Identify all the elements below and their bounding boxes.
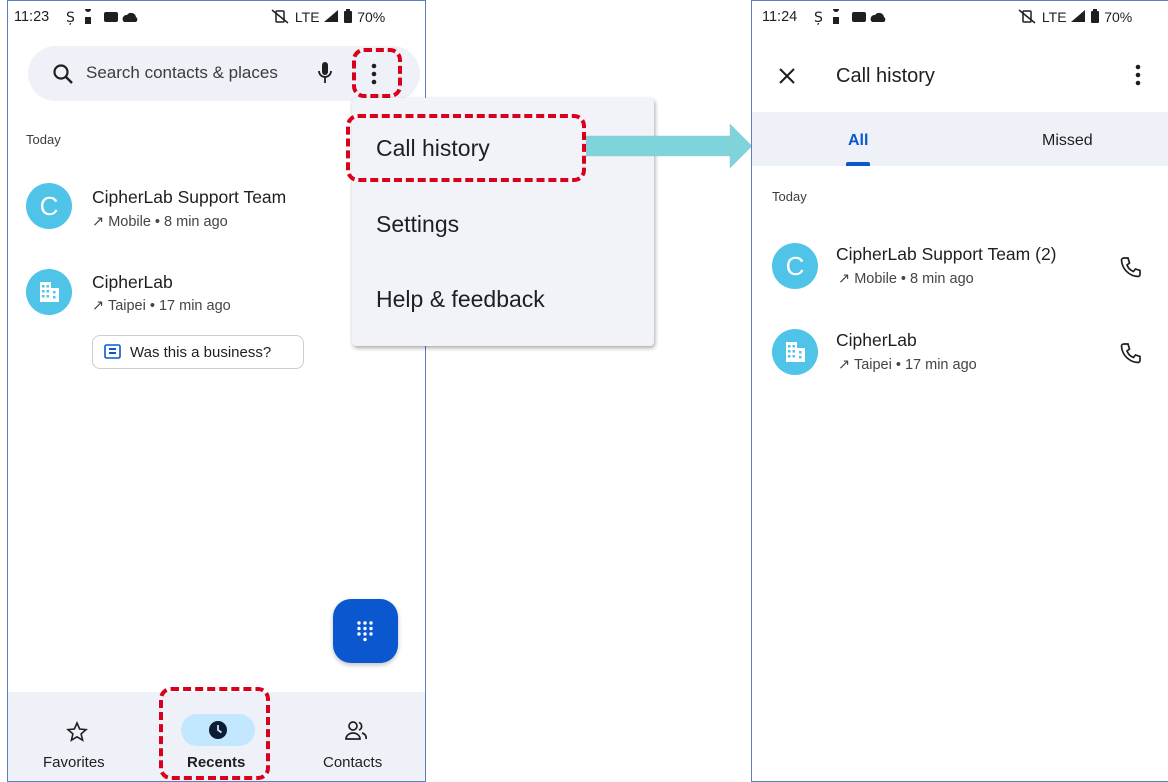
avatar	[772, 329, 818, 375]
status-bar: 11:23 Ș LTE 70%	[8, 6, 425, 29]
search-placeholder: Search contacts & places	[86, 63, 278, 82]
status-right: LTE 70%	[269, 9, 385, 25]
signal-icon	[324, 10, 339, 22]
menu-item-help[interactable]: Help & feedback	[376, 286, 545, 313]
nav-favorites[interactable]: Favorites	[28, 692, 128, 781]
people-icon	[345, 721, 368, 740]
contact-name: CipherLab Support Team	[92, 187, 287, 207]
business-prompt-chip[interactable]: Was this a business?	[92, 335, 304, 369]
tab-all[interactable]: All	[848, 132, 868, 150]
notification-icons-svg: Ș	[66, 6, 138, 26]
dialpad-button[interactable]	[333, 599, 398, 663]
notification-icons-svg: Ș	[814, 6, 886, 26]
status-right: LTE 70%	[1016, 9, 1132, 25]
search-icon	[53, 64, 73, 84]
avatar: C	[772, 243, 818, 289]
call-count: (2)	[1035, 244, 1057, 264]
battery-icon	[344, 9, 353, 23]
nav-label-favorites: Favorites	[43, 754, 105, 771]
page-title: Call history	[836, 65, 935, 87]
battery-label: 70%	[1104, 9, 1133, 25]
dialpad-icon	[357, 621, 373, 642]
vibrate-off-icon	[271, 9, 289, 24]
menu-item-settings[interactable]: Settings	[376, 211, 459, 238]
highlight-call-history	[346, 114, 586, 182]
status-bar: 11:24 Ș LTE 70%	[752, 6, 1168, 29]
microphone-icon[interactable]	[317, 61, 333, 85]
avatar	[26, 269, 72, 315]
call-detail: ↗ Mobile • 8 min ago	[92, 214, 228, 230]
network-label: LTE	[294, 9, 320, 25]
outgoing-arrow-icon: ↗	[838, 271, 851, 287]
call-detail: ↗ Taipei • 17 min ago	[92, 298, 231, 314]
contact-name: CipherLab Support Team (2)	[836, 244, 1057, 265]
close-icon[interactable]	[778, 67, 796, 85]
section-today: Today	[26, 132, 61, 147]
nav-label-contacts: Contacts	[323, 754, 383, 771]
contact-name-text: CipherLab Support Team	[836, 244, 1031, 264]
phone-call-icon[interactable]	[1120, 256, 1142, 278]
phone-screen-call-history: 11:24 Ș LTE 70% Call history All Missed …	[751, 0, 1168, 782]
notification-icons: Ș	[814, 6, 924, 28]
nav-contacts[interactable]: Contacts	[308, 692, 408, 781]
signal-icon	[1071, 10, 1086, 22]
more-options-icon[interactable]	[1132, 63, 1144, 87]
outgoing-arrow-icon: ↗	[838, 357, 851, 373]
outgoing-arrow-icon: ↗	[92, 298, 105, 314]
star-icon	[66, 721, 88, 742]
business-prompt-label: Was this a business?	[130, 344, 272, 361]
avatar: C	[26, 183, 72, 229]
call-detail-text: Mobile • 8 min ago	[854, 271, 974, 287]
highlight-more-options	[352, 48, 402, 98]
call-detail: ↗ Mobile • 8 min ago	[838, 271, 974, 287]
call-detail-text: Mobile • 8 min ago	[108, 214, 228, 230]
call-detail-text: Taipei • 17 min ago	[853, 357, 977, 373]
svg-text:Ș: Ș	[66, 10, 81, 25]
status-time: 11:24	[762, 9, 798, 25]
tab-missed[interactable]: Missed	[1042, 132, 1093, 150]
building-icon	[40, 282, 59, 302]
notification-icons: Ș	[66, 6, 176, 28]
feedback-icon	[104, 344, 121, 359]
network-label: LTE	[1041, 9, 1067, 25]
svg-text:Ș: Ș	[814, 10, 829, 25]
call-detail: ↗ Taipei • 17 min ago	[838, 357, 977, 373]
call-detail-text: Taipei • 17 min ago	[107, 298, 231, 314]
status-time: 11:23	[14, 9, 50, 25]
battery-label: 70%	[357, 9, 386, 25]
call-item[interactable]: C CipherLab Support Team (2) ↗ Mobile • …	[752, 231, 1168, 301]
contact-name: CipherLab	[836, 330, 917, 350]
tab-bar: All Missed	[752, 112, 1168, 166]
section-today: Today	[772, 189, 807, 204]
call-item[interactable]: CipherLab ↗ Taipei • 17 min ago	[752, 317, 1168, 387]
outgoing-arrow-icon: ↗	[92, 214, 105, 230]
vibrate-off-icon	[1018, 9, 1036, 24]
transition-arrow-icon	[586, 124, 753, 168]
contact-name: CipherLab	[92, 272, 173, 292]
battery-icon	[1091, 9, 1100, 23]
tab-indicator	[846, 162, 870, 166]
highlight-recents	[159, 687, 270, 780]
phone-call-icon[interactable]	[1120, 342, 1142, 364]
building-icon	[786, 342, 805, 362]
